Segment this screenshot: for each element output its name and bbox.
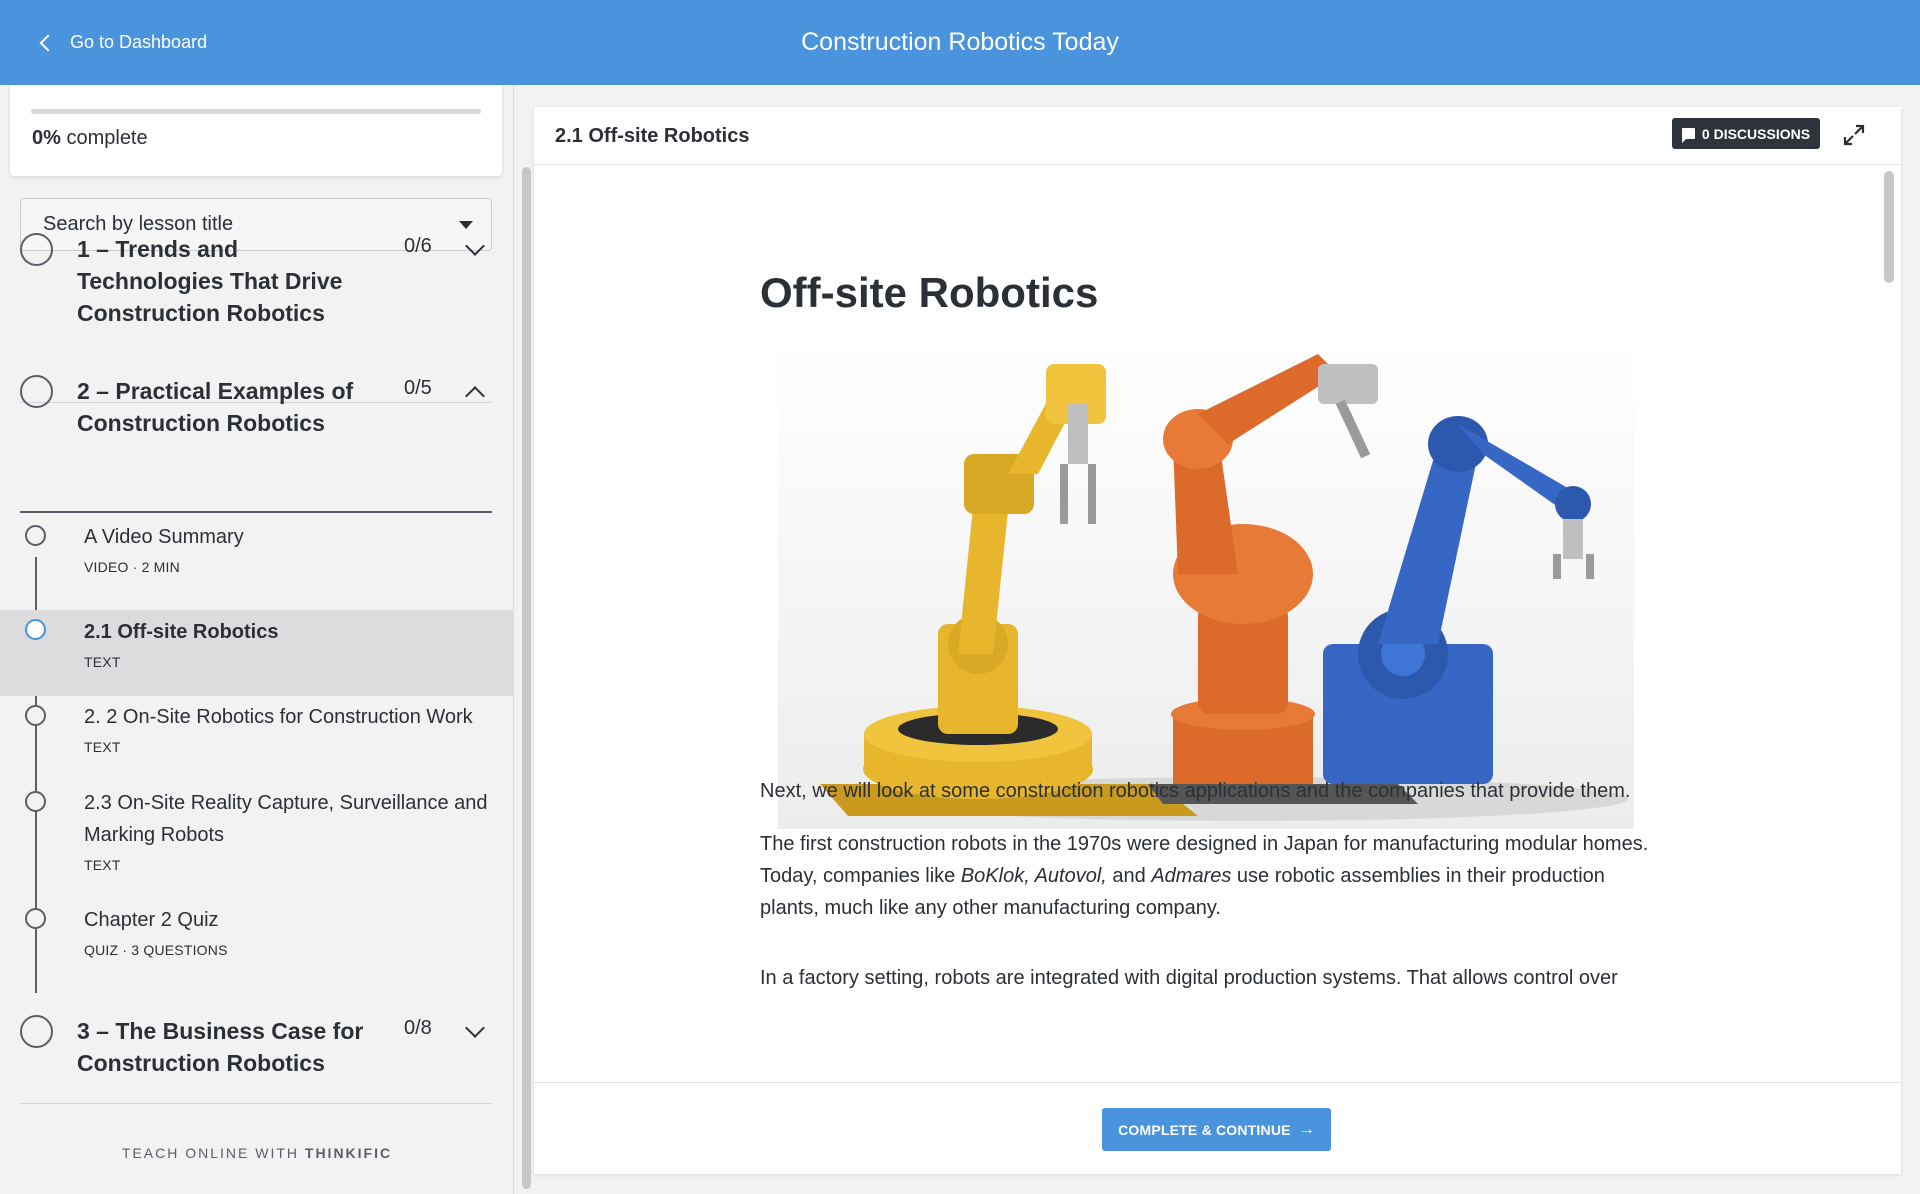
lesson-meta: TEXT bbox=[84, 857, 121, 873]
discussions-label: 0 DISCUSSIONS bbox=[1701, 125, 1811, 142]
chapter-2[interactable]: 2 – Practical Examples of Construction R… bbox=[20, 375, 492, 445]
progress-bar bbox=[31, 109, 481, 114]
chapter-progress-count: 0/6 bbox=[404, 235, 432, 257]
lesson-item[interactable]: A Video Summary VIDEO · 2 MIN bbox=[0, 515, 513, 601]
footer-prefix: TEACH ONLINE WITH bbox=[121, 1145, 305, 1161]
lesson-status-circle-icon bbox=[25, 525, 46, 546]
paragraph-2-company-admares: Admares bbox=[1151, 865, 1232, 887]
expand-icon[interactable] bbox=[1841, 122, 1867, 148]
chapter-divider bbox=[20, 1103, 492, 1104]
comment-icon bbox=[1681, 128, 1695, 143]
lesson-meta: TEXT bbox=[84, 739, 121, 755]
paragraph-2: The first construction robots in the 197… bbox=[760, 828, 1660, 924]
lesson-title: Chapter 2 Quiz bbox=[84, 909, 219, 931]
lesson-title: 2.1 Off-site Robotics bbox=[84, 621, 279, 643]
paragraph-1: Next, we will look at some construction … bbox=[760, 780, 1631, 802]
chapter-title: 2 – Practical Examples of Construction R… bbox=[77, 378, 354, 436]
discussions-button[interactable]: 0 DISCUSSIONS bbox=[1672, 118, 1820, 149]
lesson-meta: QUIZ · 3 QUESTIONS bbox=[84, 942, 228, 958]
cta-label: COMPLETE & CONTINUE bbox=[1118, 1121, 1291, 1138]
lesson-title: A Video Summary bbox=[84, 526, 244, 548]
lesson-meta: TEXT bbox=[84, 654, 121, 670]
sidebar-scrollbar[interactable] bbox=[522, 167, 531, 1189]
lesson-status-circle-icon bbox=[25, 705, 46, 726]
top-bar: Go to Dashboard Construction Robotics To… bbox=[0, 0, 1920, 85]
progress-suffix: complete bbox=[60, 127, 148, 149]
lesson-status-circle-icon bbox=[25, 791, 46, 812]
chevron-down-icon[interactable] bbox=[465, 1018, 485, 1038]
lesson-body: Off-site Robotics Next, we will look at … bbox=[534, 166, 1879, 1082]
robot-arms-image bbox=[778, 344, 1634, 829]
paragraph-2-text-c: and bbox=[1106, 865, 1152, 887]
chapter-title: 3 – The Business Case for Construction R… bbox=[77, 1018, 364, 1076]
lesson-status-circle-icon bbox=[25, 619, 46, 640]
chapter-status-circle-icon bbox=[20, 233, 53, 266]
chapter-1[interactable]: 1 – Trends and Technologies That Drive C… bbox=[20, 233, 492, 326]
chapter-3[interactable]: 3 – The Business Case for Construction R… bbox=[20, 1015, 492, 1085]
chevron-down-icon[interactable] bbox=[465, 236, 485, 256]
progress-card: 0% complete bbox=[10, 85, 502, 176]
arrow-right-icon: → bbox=[1298, 1120, 1315, 1138]
progress-percent: 0% bbox=[32, 127, 61, 149]
paragraph-2-company-names: BoKlok, Autovol, bbox=[960, 865, 1107, 887]
article-title: Off-site Robotics bbox=[760, 269, 1099, 316]
chapter-progress-count: 0/8 bbox=[404, 1017, 432, 1039]
chapter-title: 1 – Trends and Technologies That Drive C… bbox=[77, 236, 343, 326]
lesson-title: 2. 2 On-Site Robotics for Construction W… bbox=[84, 706, 473, 728]
lesson-header: 2.1 Off-site Robotics 0 DISCUSSIONS bbox=[534, 107, 1901, 165]
chapter-progress-count: 0/5 bbox=[404, 377, 432, 399]
chapter-status-circle-icon bbox=[20, 375, 53, 408]
caret-down-icon bbox=[459, 221, 473, 229]
course-sidebar: 0% complete Search by lesson title 1 – T… bbox=[0, 85, 514, 1194]
chapter-status-circle-icon bbox=[20, 1015, 53, 1048]
lesson-item[interactable]: 2.3 On-Site Reality Capture, Surveillanc… bbox=[0, 781, 513, 899]
lesson-item[interactable]: Chapter 2 Quiz QUIZ · 3 QUESTIONS bbox=[0, 898, 513, 984]
lesson-footer: COMPLETE & CONTINUE → bbox=[534, 1082, 1901, 1174]
lesson-item[interactable]: 2. 2 On-Site Robotics for Construction W… bbox=[0, 695, 513, 781]
lesson-content-panel: 2.1 Off-site Robotics 0 DISCUSSIONS Off-… bbox=[534, 107, 1901, 1174]
lesson-item-active[interactable]: 2.1 Off-site Robotics TEXT bbox=[0, 610, 513, 696]
lesson-meta: VIDEO · 2 MIN bbox=[84, 559, 180, 575]
chevron-up-icon[interactable] bbox=[465, 386, 485, 406]
course-title: Construction Robotics Today bbox=[801, 28, 1119, 56]
lesson-title: 2.3 On-Site Reality Capture, Surveillanc… bbox=[84, 792, 488, 846]
paragraph-3: In a factory setting, robots are integra… bbox=[760, 967, 1618, 989]
progress-label: 0% complete bbox=[32, 127, 148, 150]
content-scrollbar-thumb[interactable] bbox=[1884, 171, 1894, 283]
footer-brand: THINKIFIC bbox=[304, 1145, 393, 1161]
lesson-status-circle-icon bbox=[25, 908, 46, 929]
thinkific-footer[interactable]: TEACH ONLINE WITH THINKIFIC bbox=[0, 1145, 513, 1161]
chapter-divider bbox=[20, 511, 492, 513]
lesson-heading: 2.1 Off-site Robotics bbox=[555, 125, 750, 147]
complete-and-continue-button[interactable]: COMPLETE & CONTINUE → bbox=[1102, 1108, 1331, 1151]
